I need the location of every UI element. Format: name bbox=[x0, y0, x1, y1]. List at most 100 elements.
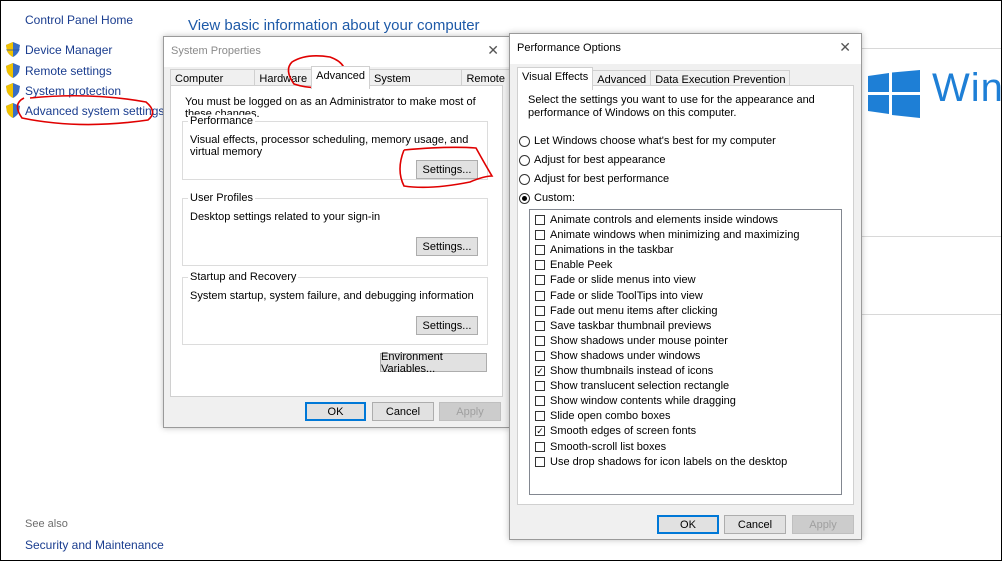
see-also-heading: See also bbox=[25, 518, 68, 530]
checkbox-label: Show shadows under windows bbox=[550, 349, 701, 362]
radio-button[interactable] bbox=[519, 173, 530, 185]
remote-settings-label: Remote settings bbox=[25, 63, 112, 78]
checkbox-label: Show window contents while dragging bbox=[550, 395, 736, 408]
checkbox[interactable] bbox=[535, 411, 545, 422]
dialog-title: Performance Options bbox=[517, 42, 621, 54]
apply-button[interactable]: Apply bbox=[792, 515, 854, 534]
checkbox-label: Animate windows when minimizing and maxi… bbox=[550, 229, 800, 242]
user-profiles-settings-button[interactable]: Settings... bbox=[416, 237, 478, 256]
list-item[interactable]: Slide open combo boxes bbox=[535, 410, 670, 422]
device-manager-label: Device Manager bbox=[25, 42, 113, 57]
checkbox[interactable] bbox=[535, 350, 545, 361]
user-profiles-title: User Profiles bbox=[188, 192, 255, 204]
environment-variables-button[interactable]: Environment Variables... bbox=[380, 351, 487, 375]
ok-button[interactable]: OK bbox=[305, 402, 366, 421]
checkbox[interactable] bbox=[535, 441, 545, 452]
radio-option[interactable]: Custom: bbox=[519, 192, 575, 204]
system-properties-titlebar[interactable]: System Properties ✕ bbox=[164, 37, 509, 67]
list-item[interactable]: Fade out menu items after clicking bbox=[535, 305, 718, 317]
list-item[interactable]: Use drop shadows for icon labels on the … bbox=[535, 456, 787, 468]
cancel-button[interactable]: Cancel bbox=[724, 515, 786, 534]
checkbox-label: Smooth edges of screen fonts bbox=[550, 425, 697, 438]
performance-options-titlebar[interactable]: Performance Options ✕ bbox=[510, 34, 861, 64]
list-item[interactable]: Enable Peek bbox=[535, 259, 612, 271]
checkbox-label: Animate controls and elements inside win… bbox=[550, 214, 779, 226]
radio-option[interactable]: Adjust for best performance bbox=[519, 173, 669, 185]
checkbox[interactable] bbox=[535, 305, 545, 316]
control-panel-home-link[interactable]: Control Panel Home bbox=[25, 13, 133, 27]
checkbox-label: Fade or slide menus into view bbox=[550, 274, 696, 287]
list-item[interactable]: Animate windows when minimizing and maxi… bbox=[535, 229, 799, 241]
advanced-system-settings-link[interactable]: Advanced system settings bbox=[6, 103, 164, 118]
radio-option[interactable]: Adjust for best appearance bbox=[519, 154, 665, 166]
checkbox[interactable] bbox=[535, 396, 545, 407]
instruction-line-1: Select the settings you want to use for … bbox=[528, 94, 815, 106]
cancel-button[interactable]: Cancel bbox=[372, 402, 434, 421]
uac-shield-icon bbox=[6, 42, 20, 57]
checkbox-label: Enable Peek bbox=[550, 259, 613, 272]
list-item[interactable]: Fade or slide menus into view bbox=[535, 274, 696, 286]
system-protection-label: System protection bbox=[25, 83, 122, 98]
checkbox[interactable] bbox=[535, 215, 545, 225]
divider bbox=[855, 48, 1002, 49]
startup-recovery-settings-button[interactable]: Settings... bbox=[416, 316, 478, 335]
tab-advanced[interactable]: Advanced bbox=[311, 66, 371, 89]
startup-recovery-desc: System startup, system failure, and debu… bbox=[190, 290, 474, 302]
uac-shield-icon bbox=[6, 83, 20, 98]
performance-title: Performance bbox=[188, 115, 255, 127]
list-item[interactable]: Save taskbar thumbnail previews bbox=[535, 320, 711, 332]
radio-button[interactable] bbox=[519, 135, 530, 147]
list-item[interactable]: Fade or slide ToolTips into view bbox=[535, 290, 703, 302]
radio-label: Custom: bbox=[534, 192, 575, 204]
remote-settings-link[interactable]: Remote settings bbox=[6, 63, 112, 78]
radio-label: Adjust for best appearance bbox=[534, 154, 666, 166]
tab-visual-effects[interactable]: Visual Effects bbox=[517, 67, 594, 90]
checkbox[interactable] bbox=[535, 230, 545, 241]
radio-button[interactable] bbox=[519, 154, 530, 166]
list-item[interactable]: Show shadows under mouse pointer bbox=[535, 335, 728, 347]
checkbox-label: Fade or slide ToolTips into view bbox=[550, 289, 703, 302]
list-item[interactable]: Animate controls and elements inside win… bbox=[535, 214, 778, 226]
system-properties-dialog: System Properties ✕ Computer Name Hardwa… bbox=[163, 36, 510, 428]
checkbox[interactable] bbox=[535, 290, 545, 301]
checkbox-label: Show translucent selection rectangle bbox=[550, 380, 730, 393]
list-item[interactable]: Smooth-scroll list boxes bbox=[535, 441, 666, 453]
checkbox[interactable] bbox=[535, 456, 545, 467]
list-item[interactable]: Show window contents while dragging bbox=[535, 395, 736, 407]
windows-brand-text: Win bbox=[932, 66, 1002, 110]
radio-button[interactable] bbox=[519, 192, 530, 204]
list-item[interactable]: ✓ Smooth edges of screen fonts bbox=[535, 425, 696, 437]
system-protection-link[interactable]: System protection bbox=[6, 83, 121, 98]
checkbox[interactable] bbox=[535, 320, 545, 331]
list-item[interactable]: Animations in the taskbar bbox=[535, 244, 674, 256]
checkbox[interactable] bbox=[535, 260, 545, 271]
list-item[interactable]: Show shadows under windows bbox=[535, 350, 700, 362]
ok-button[interactable]: OK bbox=[657, 515, 719, 534]
checkbox[interactable] bbox=[535, 245, 545, 256]
performance-settings-button[interactable]: Settings... bbox=[416, 160, 478, 179]
visual-effects-list[interactable]: Animate controls and elements inside win… bbox=[529, 209, 842, 495]
checkbox[interactable] bbox=[535, 335, 545, 346]
radio-option[interactable]: Let Windows choose what's best for my co… bbox=[519, 135, 776, 147]
startup-recovery-title: Startup and Recovery bbox=[188, 271, 299, 283]
security-maintenance-link[interactable]: Security and Maintenance bbox=[25, 538, 164, 552]
list-item[interactable]: Show translucent selection rectangle bbox=[535, 380, 729, 392]
checkbox-label: Animations in the taskbar bbox=[550, 244, 674, 257]
checkbox[interactable]: ✓ bbox=[535, 366, 545, 376]
device-manager-link[interactable]: Device Manager bbox=[6, 42, 112, 57]
close-icon[interactable]: ✕ bbox=[839, 39, 851, 56]
checkbox[interactable]: ✓ bbox=[535, 426, 545, 437]
list-item[interactable]: ✓ Show thumbnails instead of icons bbox=[535, 365, 713, 377]
checkbox[interactable] bbox=[535, 381, 545, 392]
checkbox-label: Fade out menu items after clicking bbox=[550, 304, 718, 317]
checkbox[interactable] bbox=[535, 275, 545, 286]
uac-shield-icon bbox=[6, 63, 20, 78]
checkbox-label: Show thumbnails instead of icons bbox=[550, 365, 714, 377]
divider bbox=[855, 314, 1002, 315]
close-icon[interactable]: ✕ bbox=[487, 42, 499, 59]
checkbox-label: Use drop shadows for icon labels on the … bbox=[550, 455, 788, 468]
checkbox-label: Show shadows under mouse pointer bbox=[550, 334, 728, 347]
apply-button[interactable]: Apply bbox=[439, 402, 501, 421]
performance-desc: Visual effects, processor scheduling, me… bbox=[190, 134, 469, 158]
instruction-line-2: performance of Windows on this computer. bbox=[528, 107, 737, 119]
